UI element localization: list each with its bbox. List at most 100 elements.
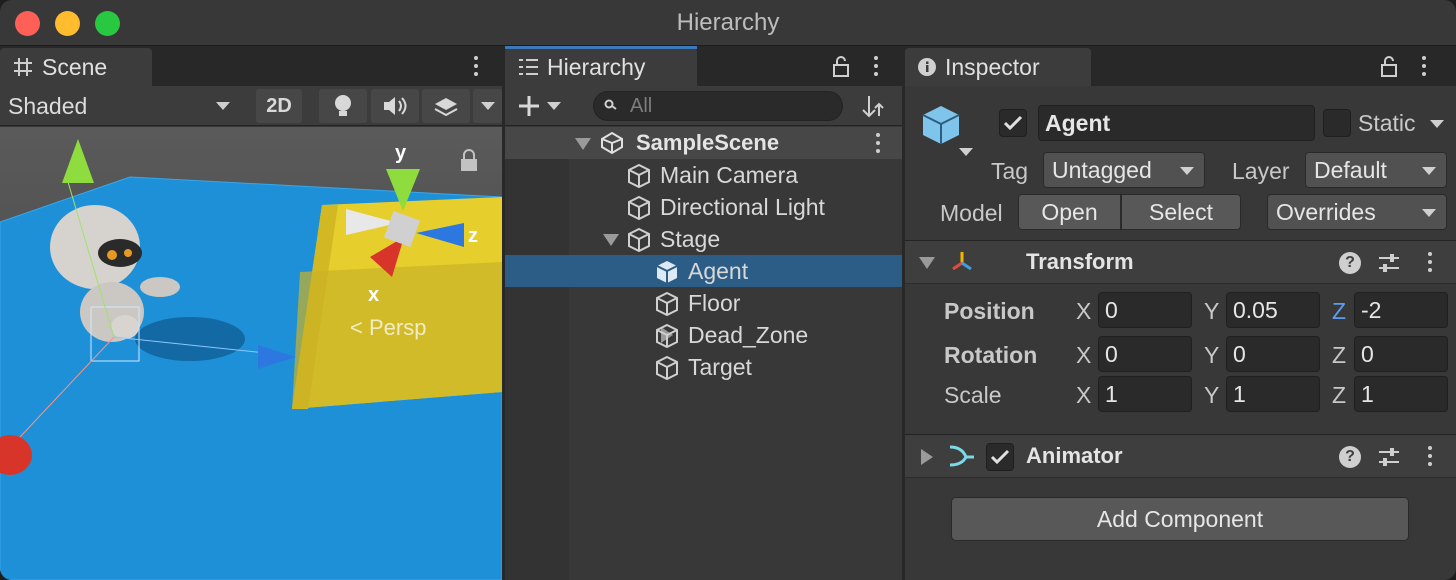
presets-icon[interactable] xyxy=(1377,445,1401,469)
search-placeholder: All xyxy=(630,94,653,117)
lighting-toggle-button[interactable] xyxy=(319,89,367,123)
hierarchy-item-agent[interactable]: Agent xyxy=(505,255,902,287)
prefab-cube-icon xyxy=(656,260,678,283)
cube-icon xyxy=(656,291,678,316)
lock-icon[interactable] xyxy=(1380,54,1398,78)
static-checkbox[interactable] xyxy=(1323,109,1351,137)
position-x-value: 0 xyxy=(1105,296,1118,323)
hierarchy-item-floor[interactable]: Floor xyxy=(505,287,902,319)
open-model-button[interactable]: Open xyxy=(1018,194,1121,230)
layer-value: Default xyxy=(1314,156,1387,183)
animator-header[interactable]: Animator ? xyxy=(905,434,1456,478)
rotation-y-field[interactable]: 0 xyxy=(1226,336,1320,372)
chevron-down-icon xyxy=(480,102,495,110)
transform-header[interactable]: Transform ? xyxy=(905,240,1456,284)
hierarchy-item-label: Dead_Zone xyxy=(688,322,809,348)
hierarchy-item-label: Agent xyxy=(688,258,749,284)
inspector-panel: Inspector Agent Static Tag Untagged Laye… xyxy=(905,46,1456,580)
select-model-button[interactable]: Select xyxy=(1121,194,1241,230)
static-label: Static xyxy=(1358,110,1416,136)
chevron-down-icon xyxy=(1422,167,1436,175)
animator-icon xyxy=(949,445,974,467)
animator-enabled-checkbox[interactable] xyxy=(986,443,1014,471)
animator-menu-icon[interactable] xyxy=(1423,444,1437,468)
audio-toggle-button[interactable] xyxy=(371,89,419,123)
gizmo-y-label: y xyxy=(395,142,407,164)
overrides-dropdown[interactable]: Overrides xyxy=(1267,194,1447,230)
effects-dropdown-button[interactable] xyxy=(473,89,502,123)
cube-icon xyxy=(656,355,678,380)
scene-render: y x z < Persp xyxy=(0,127,502,580)
sort-icon[interactable] xyxy=(861,94,887,120)
inspector-menu-icon[interactable] xyxy=(1417,54,1431,78)
transform-menu-icon[interactable] xyxy=(1423,250,1437,274)
tab-scene[interactable]: Scene xyxy=(0,48,152,86)
rotation-x-field[interactable]: 0 xyxy=(1098,336,1192,372)
hierarchy-tabbar: Hierarchy xyxy=(505,46,902,86)
gizmo-z-label: z xyxy=(468,225,478,247)
create-button[interactable] xyxy=(517,92,571,120)
object-name: Agent xyxy=(1045,109,1111,136)
scene-row-menu-icon[interactable] xyxy=(871,131,885,155)
inspector-tab-label: Inspector xyxy=(945,53,1040,80)
grid-icon xyxy=(14,58,32,76)
info-icon xyxy=(918,58,936,76)
scale-y-field[interactable]: 1 xyxy=(1226,376,1320,412)
hierarchy-tab-label: Hierarchy xyxy=(547,53,646,80)
unity-logo-icon xyxy=(601,131,623,155)
search-input[interactable]: All xyxy=(593,91,843,121)
scale-z-field[interactable]: 1 xyxy=(1354,376,1448,412)
hierarchy-item-stage[interactable]: Stage xyxy=(505,223,902,255)
position-x-field[interactable]: 0 xyxy=(1098,292,1192,328)
tab-hierarchy[interactable]: Hierarchy xyxy=(505,48,697,86)
tab-inspector[interactable]: Inspector xyxy=(905,48,1091,86)
position-y-value: 0.05 xyxy=(1233,296,1278,323)
tag-label: Tag xyxy=(991,158,1029,184)
scene-root-row[interactable]: SampleScene xyxy=(505,127,902,159)
scale-label: Scale xyxy=(944,382,1002,408)
tag-dropdown[interactable]: Untagged xyxy=(1043,152,1205,188)
add-component-button[interactable]: Add Component xyxy=(951,497,1409,541)
lock-icon[interactable] xyxy=(832,54,850,78)
hierarchy-item-label: Main Camera xyxy=(660,162,799,188)
2d-toggle-button[interactable]: 2D xyxy=(256,89,302,123)
rotation-z-field[interactable]: 0 xyxy=(1354,336,1448,372)
overrides-label: Overrides xyxy=(1276,198,1376,225)
presets-icon[interactable] xyxy=(1377,251,1401,275)
position-z-value: -2 xyxy=(1361,296,1382,323)
layer-dropdown[interactable]: Default xyxy=(1305,152,1447,188)
help-icon[interactable]: ? xyxy=(1339,252,1361,274)
cube-icon xyxy=(628,163,650,188)
add-component-label: Add Component xyxy=(1096,505,1264,532)
active-checkbox[interactable] xyxy=(999,109,1027,137)
cube-icon xyxy=(656,323,678,348)
transform-title: Transform xyxy=(1026,249,1134,274)
scale-y-value: 1 xyxy=(1233,380,1246,407)
chevron-down-icon[interactable] xyxy=(959,148,973,156)
scene-viewport[interactable]: y x z < Persp xyxy=(0,127,502,580)
hierarchy-menu-icon[interactable] xyxy=(869,54,883,78)
position-y-field[interactable]: 0.05 xyxy=(1226,292,1320,328)
help-icon[interactable]: ? xyxy=(1339,446,1361,468)
effects-toggle-button[interactable] xyxy=(422,89,470,123)
search-icon xyxy=(604,99,617,110)
shading-mode-dropdown[interactable]: Shaded xyxy=(0,86,240,126)
hierarchy-item-dead-zone[interactable]: Dead_Zone xyxy=(505,319,902,351)
rotation-x-label: X xyxy=(1076,342,1092,368)
static-dropdown-icon[interactable] xyxy=(1430,120,1444,128)
hierarchy-item-main-camera[interactable]: Main Camera xyxy=(505,159,902,191)
scale-y-label: Y xyxy=(1204,382,1220,408)
hierarchy-item-directional-light[interactable]: Directional Light xyxy=(505,191,902,223)
object-name-field[interactable]: Agent xyxy=(1038,105,1315,141)
checkmark-icon xyxy=(990,449,1010,465)
hierarchy-item-target[interactable]: Target xyxy=(505,351,902,383)
transform-icon xyxy=(952,252,972,271)
rotation-y-label: Y xyxy=(1204,342,1220,368)
position-z-field[interactable]: -2 xyxy=(1354,292,1448,328)
scale-x-field[interactable]: 1 xyxy=(1098,376,1192,412)
perspective-label: < Persp xyxy=(350,315,426,340)
scene-menu-icon[interactable] xyxy=(469,54,483,78)
collapsed-arrow-icon xyxy=(921,449,933,465)
2d-label: 2D xyxy=(266,94,292,117)
expanded-arrow-icon[interactable] xyxy=(603,234,619,246)
